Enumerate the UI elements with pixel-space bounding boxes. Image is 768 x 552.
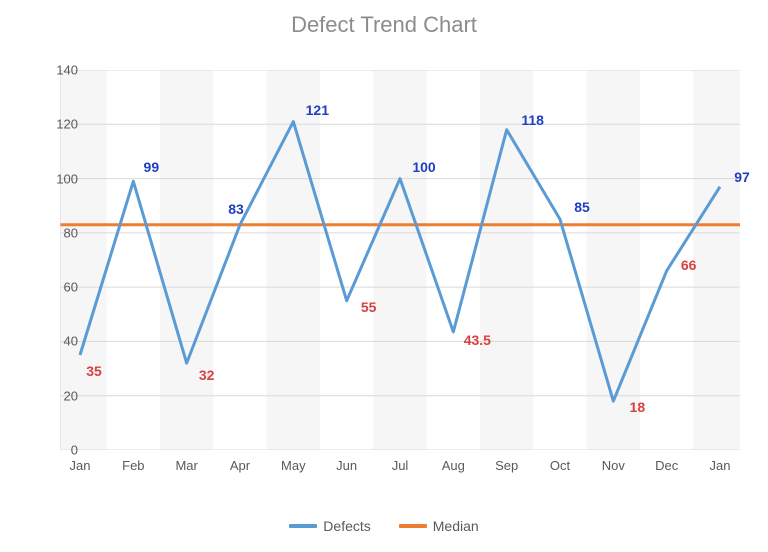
y-tick-label: 20 xyxy=(38,388,78,403)
data-label: 83 xyxy=(228,201,244,217)
x-tick-label: Aug xyxy=(442,458,465,473)
x-tick-label: Apr xyxy=(230,458,250,473)
y-tick-label: 40 xyxy=(38,334,78,349)
data-label: 85 xyxy=(574,199,590,215)
y-tick-label: 120 xyxy=(38,117,78,132)
data-label: 35 xyxy=(86,363,102,379)
legend-item-median: Median xyxy=(399,518,479,534)
data-label: 43.5 xyxy=(464,332,491,348)
data-label: 99 xyxy=(144,159,160,175)
y-tick-label: 100 xyxy=(38,171,78,186)
x-tick-label: Dec xyxy=(655,458,678,473)
legend-swatch-defects xyxy=(289,524,317,528)
legend-label-defects: Defects xyxy=(323,518,370,534)
data-label: 100 xyxy=(412,159,435,175)
y-tick-label: 80 xyxy=(38,225,78,240)
data-label: 18 xyxy=(630,399,646,415)
x-tick-label: Mar xyxy=(175,458,197,473)
data-label: 32 xyxy=(199,367,215,383)
chart-plot xyxy=(60,70,740,450)
legend-label-median: Median xyxy=(433,518,479,534)
x-tick-label: Jan xyxy=(70,458,91,473)
data-label: 121 xyxy=(306,102,329,118)
x-tick-label: Jul xyxy=(392,458,409,473)
x-tick-label: Nov xyxy=(602,458,625,473)
x-tick-label: Jan xyxy=(710,458,731,473)
data-label: 55 xyxy=(361,299,377,315)
y-tick-label: 0 xyxy=(38,443,78,458)
data-label: 97 xyxy=(734,169,750,185)
x-tick-label: May xyxy=(281,458,306,473)
x-tick-label: Sep xyxy=(495,458,518,473)
chart-title: Defect Trend Chart xyxy=(0,12,768,38)
legend-swatch-median xyxy=(399,524,427,528)
x-tick-label: Feb xyxy=(122,458,144,473)
legend-item-defects: Defects xyxy=(289,518,370,534)
chart-container: Defect Trend Chart Defects Median 0 20 40 6… xyxy=(0,0,768,552)
x-tick-label: Oct xyxy=(550,458,570,473)
data-label: 66 xyxy=(681,257,697,273)
data-label: 118 xyxy=(521,112,544,128)
x-tick-label: Jun xyxy=(336,458,357,473)
y-tick-label: 60 xyxy=(38,280,78,295)
y-tick-label: 140 xyxy=(38,63,78,78)
legend: Defects Median xyxy=(0,518,768,534)
